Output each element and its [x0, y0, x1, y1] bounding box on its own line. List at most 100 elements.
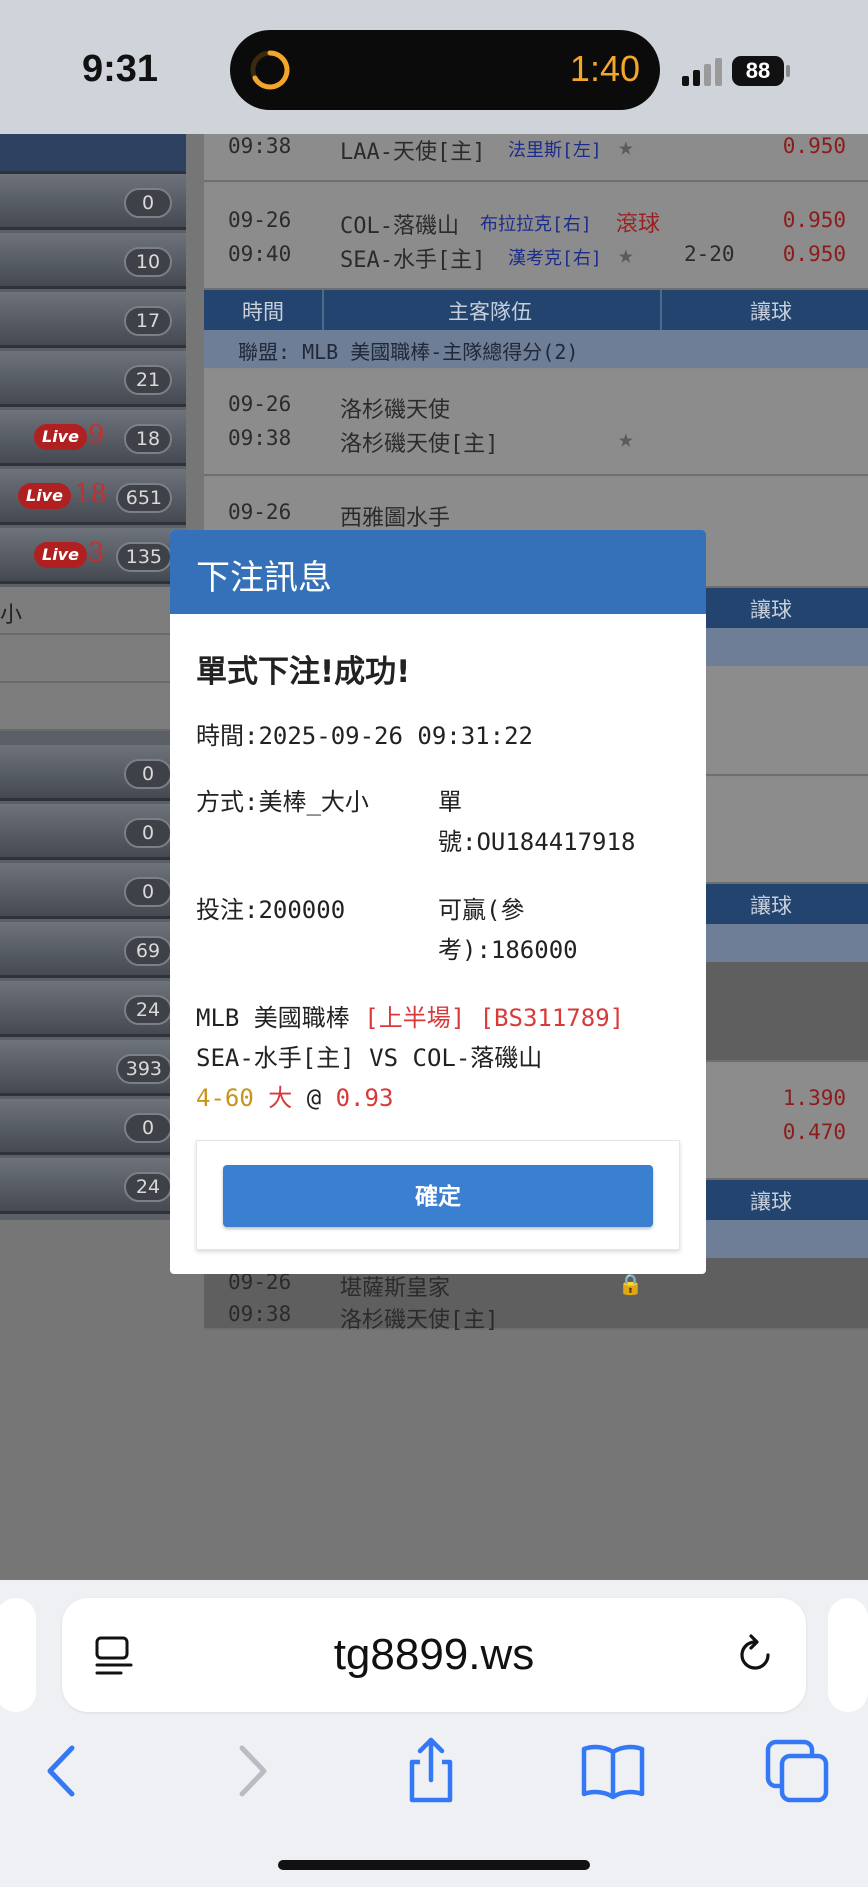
- back-icon[interactable]: [28, 1736, 98, 1806]
- count-badge: 17: [124, 306, 172, 336]
- count-badge: 0: [124, 1113, 172, 1143]
- dialog-footer: 確定: [196, 1140, 680, 1250]
- match-date: 09-26: [228, 500, 292, 524]
- favorite-star-icon[interactable]: ★: [618, 240, 634, 270]
- match-row[interactable]: 09-26 09:40 COL-落磯山 布拉拉克[右] 滾球 SEA-水手[主]…: [204, 184, 868, 290]
- divider: [322, 290, 324, 330]
- favorite-star-icon[interactable]: ★: [618, 132, 634, 162]
- count-badge: 0: [124, 818, 172, 848]
- sidebar-item[interactable]: 0: [0, 174, 186, 230]
- odds-value[interactable]: 0.470: [783, 1120, 846, 1144]
- home-indicator: [278, 1860, 590, 1870]
- match-row[interactable]: 09-26 09:38 洛杉磯天使 洛杉磯天使[主] ★: [204, 370, 868, 476]
- team-name: 西雅圖水手: [340, 506, 451, 531]
- browser-toolbar: tg8899.ws: [0, 1580, 868, 1887]
- live-badge: Live: [34, 424, 87, 450]
- at-sign: @: [306, 1084, 322, 1112]
- count-badge: 24: [124, 995, 172, 1025]
- sidebar-item[interactable]: 0: [0, 804, 186, 860]
- table-header: 時間 主客隊伍 讓球: [204, 290, 868, 330]
- ticket-label: 單: [438, 788, 462, 816]
- sidebar-item[interactable]: 17: [0, 292, 186, 348]
- count-badge: 0: [124, 877, 172, 907]
- team-name: 堪薩斯皇家: [340, 1276, 451, 1301]
- bookmarks-icon[interactable]: [578, 1736, 648, 1806]
- sidebar-header: [0, 134, 186, 174]
- live-badge: Live: [34, 542, 87, 568]
- clock: 9:31: [82, 48, 159, 90]
- odds-value[interactable]: 1.390: [783, 1086, 846, 1110]
- share-icon[interactable]: [396, 1736, 466, 1806]
- count-badge: 24: [124, 1172, 172, 1202]
- address-bar[interactable]: tg8899.ws: [62, 1598, 806, 1712]
- match-time: 09:38: [228, 426, 292, 450]
- next-tab[interactable]: [828, 1598, 868, 1712]
- bet-selection-line: 4-60 大 @ 0.93: [196, 1078, 393, 1118]
- sidebar-item[interactable]: 393: [0, 1040, 186, 1096]
- count-badge: 393: [115, 1054, 172, 1084]
- sidebar-item[interactable]: 0: [0, 745, 186, 801]
- league-name: MLB 美國職棒: [196, 1004, 350, 1032]
- tabs-icon[interactable]: [762, 1736, 832, 1806]
- half-label: [上半場]: [364, 1004, 466, 1032]
- col-handicap: 讓球: [750, 300, 792, 324]
- sidebar-item-live[interactable]: Live 9 18: [0, 410, 186, 466]
- signal-icon: [682, 58, 722, 86]
- odds-value[interactable]: 0.950: [783, 208, 846, 232]
- sidebar-item[interactable]: 0: [0, 863, 186, 919]
- count-badge: 21: [124, 365, 172, 395]
- away-team: COL-落磯山: [340, 214, 459, 239]
- col-handicap: 讓球: [750, 1190, 792, 1214]
- live-rolling-label: 滾球: [616, 212, 661, 237]
- favorite-star-icon[interactable]: ★: [618, 424, 634, 454]
- potential-win-value: 考):186000: [438, 936, 578, 964]
- previous-tab[interactable]: [0, 1598, 36, 1712]
- bet-time: 時間:2025-09-26 09:31:22: [196, 722, 533, 750]
- lock-icon: 🔒: [618, 1272, 643, 1296]
- event-code: [BS311789]: [479, 1004, 625, 1032]
- dialog-title: 下注訊息: [196, 558, 332, 598]
- status-bar: 9:31 1:40 88: [0, 0, 868, 134]
- odds-value[interactable]: 0.950: [783, 134, 846, 158]
- col-handicap: 讓球: [750, 598, 792, 622]
- dialog-header: 下注訊息: [170, 530, 706, 614]
- forward-icon[interactable]: [216, 1736, 286, 1806]
- match-row[interactable]: 09:38 LAA-天使[主] 法里斯[左] ★ 0.950: [204, 132, 868, 182]
- league-header: 聯盟: MLB 美國職棒-主隊總得分(2): [204, 330, 868, 368]
- away-pitcher: 布拉拉克[右]: [480, 214, 592, 235]
- team-name: 洛杉磯天使[主]: [340, 1308, 499, 1333]
- team-name: LAA-天使[主]: [340, 140, 486, 165]
- league-label: 聯盟: MLB 美國職棒-主隊總得分(2): [238, 340, 579, 364]
- sidebar-item[interactable]: 10: [0, 233, 186, 289]
- sidebar-item[interactable]: 69: [0, 922, 186, 978]
- dynamic-island[interactable]: 1:40: [230, 30, 660, 110]
- sidebar-item[interactable]: [0, 635, 186, 683]
- live-count: 9: [88, 420, 105, 450]
- sidebar-item[interactable]: 21: [0, 351, 186, 407]
- sidebar-item[interactable]: 小: [0, 587, 186, 635]
- timer-value: 1:40: [569, 48, 640, 89]
- sidebar-item[interactable]: 24: [0, 1158, 186, 1214]
- match-time: 09:38: [228, 134, 292, 158]
- sidebar-item[interactable]: [0, 683, 186, 731]
- sidebar-item[interactable]: 0: [0, 1099, 186, 1155]
- sidebar-item[interactable]: 24: [0, 981, 186, 1037]
- battery-cap: [786, 65, 790, 77]
- count-badge: 10: [124, 247, 172, 277]
- bet-method: 方式:美棒_大小: [196, 788, 369, 816]
- sidebar-item-live[interactable]: Live 18 651: [0, 469, 186, 525]
- divider: [660, 290, 662, 330]
- sidebar-item-live[interactable]: Live 3 135: [0, 528, 186, 584]
- live-badge: Live: [18, 483, 71, 509]
- live-count: 18: [74, 479, 108, 509]
- reload-icon[interactable]: [732, 1632, 778, 1678]
- odds-value: 0.93: [335, 1084, 394, 1112]
- home-team: SEA-水手[主]: [340, 248, 486, 273]
- potential-win-label: 可贏(參: [438, 896, 525, 924]
- bet-league-line: MLB 美國職棒 [上半場] [BS311789]: [196, 998, 624, 1038]
- odds-value[interactable]: 0.950: [783, 242, 846, 266]
- team-name: 洛杉磯天使[主]: [340, 432, 499, 457]
- live-count: 3: [88, 538, 105, 568]
- bet-info-dialog: 下注訊息 單式下注!成功! 時間:2025-09-26 09:31:22 方式:…: [170, 530, 706, 1274]
- confirm-button[interactable]: 確定: [223, 1165, 653, 1227]
